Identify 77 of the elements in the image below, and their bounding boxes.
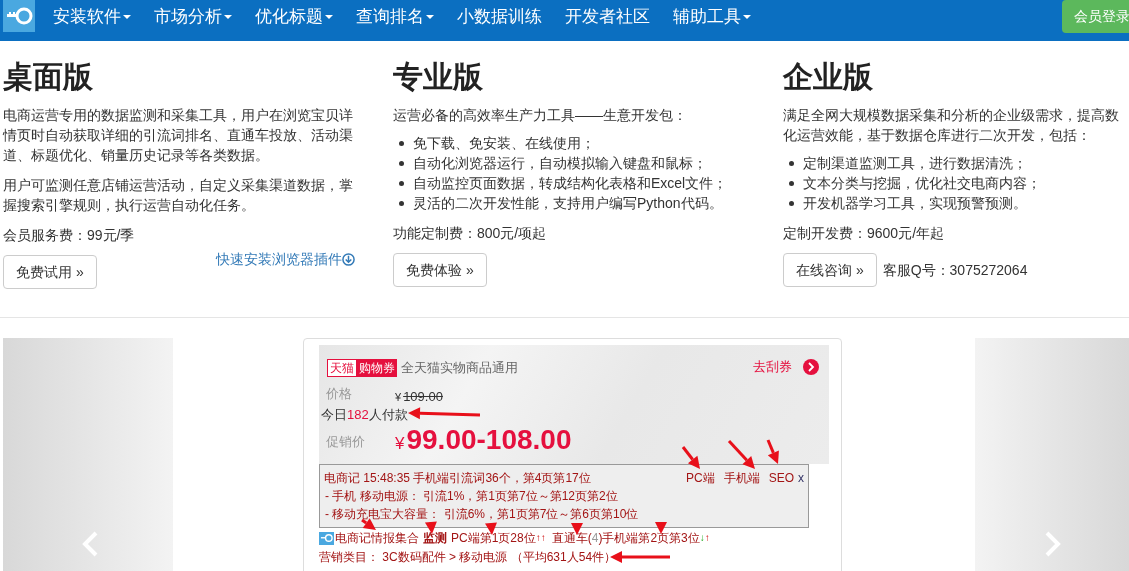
summary-text: 直通车( xyxy=(551,530,592,547)
nav-menu-item[interactable]: 市场分析 xyxy=(154,3,232,30)
nav-menu-item[interactable]: 小数据训练 xyxy=(457,3,542,30)
section-heading: 专业版 xyxy=(393,59,484,95)
up-arrow-icon: ↑↑ xyxy=(535,529,546,547)
trial-button[interactable]: 在线咨询 » xyxy=(783,253,877,287)
list-item-text: 免下载、免安装、在线使用； xyxy=(413,134,595,153)
fee-text: 会员服务费：99元/季 xyxy=(3,226,136,245)
annotation-arrow xyxy=(727,439,755,469)
annotation-arrow xyxy=(655,522,667,534)
tmall-tag: 购物券 xyxy=(357,358,397,377)
description-text: 电商运营专用的数据监测和采集工具，用户在浏览宝贝详情页时自动获取详细的引流词排名、直通车投放、活动渠道、标题优化、销量历史记录等各类数据。 xyxy=(3,106,354,165)
chevron-right-icon[interactable] xyxy=(803,359,819,375)
nav-menu-item[interactable]: 开发者社区 xyxy=(565,3,650,30)
plugin-tab[interactable]: 手机端 xyxy=(723,469,760,487)
section-heading: 桌面版 xyxy=(3,59,94,95)
fee-text: 功能定制费：800元/项起 xyxy=(393,224,548,243)
section-heading: 企业版 xyxy=(783,59,874,95)
list-item-text: 自动监控页面数据，转成结构化表格和Excel文件； xyxy=(413,174,728,193)
plugin-tab[interactable]: PC端 xyxy=(686,469,715,487)
annotation-arrow xyxy=(681,446,700,469)
annotation-arrow xyxy=(766,439,779,464)
tmall-tag: 天猫 xyxy=(327,358,357,377)
description-text: 用户可监测任意店铺运营活动，自定义采集渠道数据，掌握搜索引擎规则，执行运营自动化任务。 xyxy=(3,176,354,215)
keyword-rank-text: - 手机 移动电源： 引流1%，第1页第7位～第12页第2位 xyxy=(324,488,619,505)
sales-count-text: 今日 182人付款 xyxy=(321,406,408,424)
description-text: 化运营效能，基于数据仓库进行二次开发，包括： xyxy=(783,126,1092,145)
down-arrow-icon: ↓ xyxy=(699,529,705,547)
original-price: 109.00 xyxy=(403,388,443,406)
annotation-arrow xyxy=(361,518,376,530)
bullet-icon xyxy=(789,160,794,166)
plugin-tab[interactable]: SEO xyxy=(768,469,794,487)
coupon-title: 全天猫实物商品通用 xyxy=(401,359,518,377)
coupon-link[interactable]: 去刮券 xyxy=(753,357,792,377)
summary-text: ) xyxy=(598,530,603,547)
bullet-icon xyxy=(399,200,404,206)
currency-sign: ¥ xyxy=(395,433,405,455)
list-item-text: 文本分类与挖掘，优化社交电商内容； xyxy=(803,174,1041,193)
bullet-icon xyxy=(399,160,404,166)
plugin-install-link[interactable]: 快速安装浏览器插件 xyxy=(216,249,355,270)
annotation-arrow xyxy=(424,521,437,534)
list-item-text: 自动化浏览器运行，自动模拟输入键盘和鼠标； xyxy=(413,154,707,173)
description-text: 满足全网大规模数据采集和分析的企业级需求，提高数 xyxy=(783,106,1120,125)
keyword-rank-text: - 移动充电宝大容量： 引流6%，第1页第7位～第6页第10位 xyxy=(324,506,640,523)
list-item-text: 开发机器学习工具，实现预警预测。 xyxy=(803,194,1027,213)
up-arrow-icon: ↑ xyxy=(704,529,710,547)
category-text: 营销类目： 3C数码配件 > 移动电源 （平均631人54件） xyxy=(319,549,617,566)
price-label: 价格 xyxy=(326,385,352,403)
promo-price-label: 促销价 xyxy=(326,433,365,451)
annotation-arrow xyxy=(610,551,670,563)
close-button[interactable]: x xyxy=(798,469,804,487)
summary-text: 手机端第2页第3位 xyxy=(602,530,700,547)
summary-text: PC端第1页28位 xyxy=(451,530,536,547)
summary-text: 电商记情报集合 xyxy=(335,530,419,547)
logo-icon xyxy=(319,531,334,545)
trial-button[interactable]: 免费体验 » xyxy=(393,253,487,287)
bullet-icon xyxy=(399,180,404,186)
bullet-icon xyxy=(789,180,794,186)
fee-text: 定制开发费：9600元/年起 xyxy=(783,224,946,243)
nav-menu-item[interactable]: 辅助工具 xyxy=(673,3,751,30)
list-item-text: 定制渠道监测工具，进行数据清洗； xyxy=(803,154,1027,173)
nav-menu-item[interactable]: 安装软件 xyxy=(53,3,131,30)
list-item-text: 灵活的二次开发性能，支持用户编写Python代码。 xyxy=(413,194,723,213)
summary-text: 监测 xyxy=(423,530,447,547)
qq-contact-text: 客服Q号：3075272064 xyxy=(882,260,1028,280)
download-icon xyxy=(342,253,355,266)
promo-price: 99.00-108.00 xyxy=(406,423,572,457)
nav-menu-item[interactable]: 查询排名 xyxy=(356,3,434,30)
bullet-icon xyxy=(789,200,794,206)
nav-menu-item[interactable]: 优化标题 xyxy=(255,3,333,30)
currency-sign: ¥ xyxy=(395,390,402,405)
description-text: 运营必备的高效率生产力工具——生意开发包： xyxy=(393,106,688,125)
count-text: 4 xyxy=(591,530,599,547)
trial-button[interactable]: 免费试用 » xyxy=(3,255,97,289)
plugin-header-text: 电商记 15:48:35 手机端引流词36个，第4页第17位 xyxy=(324,470,591,487)
bullet-icon xyxy=(399,140,404,146)
logo-icon[interactable] xyxy=(3,0,35,32)
